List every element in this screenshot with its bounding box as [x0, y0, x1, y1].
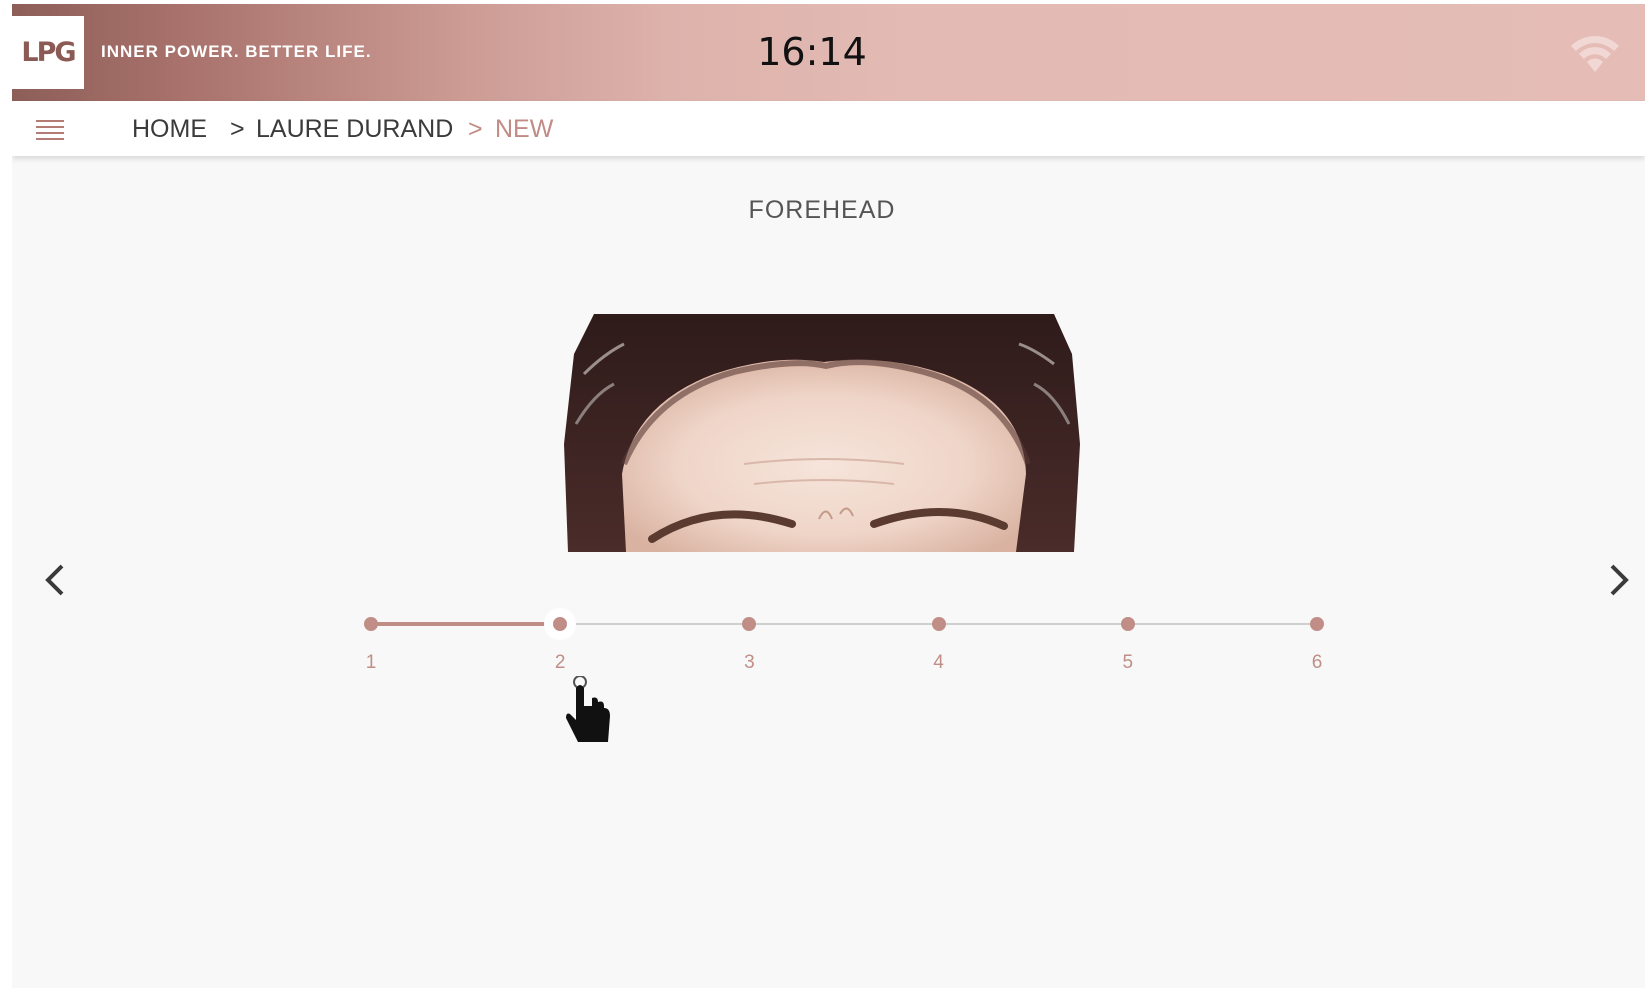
slider-label-2: 2	[554, 652, 566, 673]
slider-stop-2[interactable]	[553, 617, 568, 631]
app-screen: LPG INNER POWER. BETTER LIFE. 16:14 HOME…	[12, 4, 1645, 988]
header-bar: LPG INNER POWER. BETTER LIFE. 16:14	[12, 4, 1645, 101]
hand-pointer-icon	[566, 676, 610, 742]
chevron-left-icon[interactable]	[40, 562, 70, 598]
slider-stop-4[interactable]	[931, 617, 946, 631]
slider-stop-5[interactable]	[1120, 617, 1135, 631]
breadcrumb-current: NEW	[495, 115, 554, 143]
brand-tagline: INNER POWER. BETTER LIFE.	[101, 42, 372, 61]
slider-label-6: 6	[1311, 652, 1323, 673]
clock: 16:14	[757, 30, 867, 74]
forehead-photo[interactable]	[564, 314, 1080, 552]
slider-label-1: 1	[365, 652, 377, 673]
breadcrumb-separator: >	[230, 115, 245, 143]
breadcrumb-client[interactable]: LAURE DURAND	[256, 115, 453, 144]
section-title: FOREHEAD	[748, 196, 896, 224]
slider-label-5: 5	[1122, 652, 1134, 673]
chevron-right-icon[interactable]	[1604, 562, 1634, 598]
breadcrumb-separator: >	[468, 115, 483, 143]
slider-stop-1[interactable]	[364, 617, 378, 631]
breadcrumb-bar: HOME > LAURE DURAND > NEW	[12, 101, 1645, 156]
logo-text: LPG	[21, 37, 76, 68]
slider-label-4: 4	[933, 652, 944, 673]
severity-scale-slider[interactable]: 1 2 3 4 5 6	[352, 604, 1332, 684]
breadcrumb-home[interactable]: HOME	[132, 115, 207, 144]
hamburger-menu-icon[interactable]	[36, 118, 66, 144]
wifi-icon	[1571, 36, 1619, 72]
slider-fill	[371, 622, 561, 626]
slider-label-3: 3	[744, 652, 755, 673]
slider-stop-3[interactable]	[742, 617, 757, 631]
slider-stop-6[interactable]	[1310, 617, 1324, 631]
lpg-logo: LPG	[12, 16, 84, 89]
